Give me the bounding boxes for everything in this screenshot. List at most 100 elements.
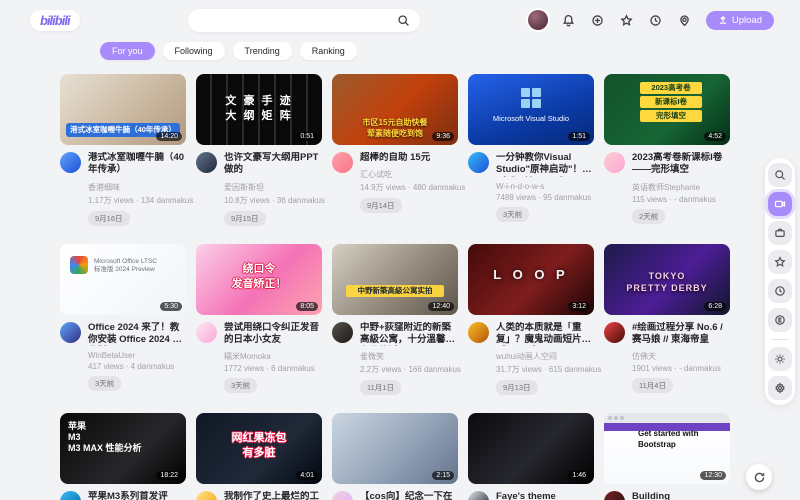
video-thumbnail[interactable]: 2:15 bbox=[332, 413, 458, 484]
channel-name[interactable]: 雀微笑 bbox=[360, 351, 458, 362]
channel-avatar[interactable] bbox=[468, 322, 489, 343]
channel-avatar[interactable] bbox=[60, 152, 81, 173]
video-meta: 中野+荻窪附近的新築高級公寓，十分溫馨且九分乾淨 雀微笑 2.2万 views … bbox=[332, 322, 458, 396]
star-icon[interactable] bbox=[768, 250, 792, 274]
video-stats: 1.17万 views · 134 danmakus bbox=[88, 195, 186, 206]
bilibili-logo[interactable]: bilibili bbox=[30, 10, 80, 31]
video-thumbnail[interactable]: Microsoft Office LTSC 标准版 2024 Preview 5… bbox=[60, 244, 186, 315]
settings-gear-icon[interactable] bbox=[768, 376, 792, 400]
channel-avatar[interactable] bbox=[332, 152, 353, 173]
upload-date-badge: 11月1日 bbox=[360, 380, 401, 395]
channel-avatar[interactable] bbox=[60, 322, 81, 343]
video-thumbnail[interactable]: 绕口令 发音矫正！ 8:05 bbox=[196, 244, 322, 315]
channel-avatar[interactable] bbox=[604, 491, 625, 500]
video-title[interactable]: Building Components bbox=[632, 491, 730, 500]
video-thumbnail[interactable]: 1:46 bbox=[468, 413, 594, 484]
video-title[interactable]: 尝试用绕口令纠正发音的日本小女友 bbox=[224, 322, 322, 347]
video-thumbnail[interactable]: 港式冰室咖喱牛腩（40年传承） 14:20 bbox=[60, 74, 186, 145]
video-title[interactable]: 苹果M3系列首发评测：Max早该如此 bbox=[88, 491, 186, 500]
video-thumbnail[interactable]: 苹果 M3 M3 MAX 性能分析 18:22 bbox=[60, 413, 186, 484]
channel-avatar[interactable] bbox=[332, 322, 353, 343]
channel-name[interactable]: 汇心试吃 bbox=[360, 169, 458, 180]
camera-icon[interactable] bbox=[768, 192, 792, 216]
channel-name[interactable]: 香港细味 bbox=[88, 182, 186, 193]
creator-e-icon[interactable] bbox=[768, 308, 792, 332]
video-stats: 10.8万 views · 36 danmakus bbox=[224, 195, 322, 206]
briefcase-icon[interactable] bbox=[768, 221, 792, 245]
channel-name[interactable]: 英语教师Stephanie bbox=[632, 182, 730, 193]
search-bar[interactable] bbox=[188, 9, 420, 32]
channel-name[interactable]: W-i-n-d-o-w-s bbox=[496, 182, 594, 191]
tab-trending[interactable]: Trending bbox=[233, 42, 292, 60]
channel-avatar[interactable] bbox=[332, 491, 353, 500]
video-title[interactable]: 中野+荻窪附近的新築高級公寓，十分溫馨且九分乾淨 bbox=[360, 322, 458, 347]
channel-name[interactable]: 仿佛天 bbox=[632, 351, 730, 362]
bell-icon[interactable] bbox=[561, 12, 577, 28]
video-card: Microsoft Visual Studio 1:51 一分钟教你Visual… bbox=[468, 74, 594, 226]
video-thumbnail[interactable]: 市区15元自助快餐 荤素随便吃到饱 9:36 bbox=[332, 74, 458, 145]
user-avatar[interactable] bbox=[528, 10, 548, 30]
video-thumbnail[interactable]: Microsoft Visual Studio 1:51 bbox=[468, 74, 594, 145]
video-stats: 31.7万 views · 615 danmakus bbox=[496, 364, 594, 375]
video-thumbnail[interactable]: TOKYO PRETTY DERBY 6:28 bbox=[604, 244, 730, 315]
video-title[interactable]: Faye's theme bbox=[496, 491, 594, 500]
channel-avatar[interactable] bbox=[196, 322, 217, 343]
star-icon[interactable] bbox=[619, 12, 635, 28]
pin-icon[interactable] bbox=[677, 12, 693, 28]
channel-avatar[interactable] bbox=[196, 152, 217, 173]
clock-icon[interactable] bbox=[768, 279, 792, 303]
video-thumbnail[interactable]: 文 豪 手 迹 大 纲 矩 阵 0:51 bbox=[196, 74, 322, 145]
video-title[interactable]: 港式冰室咖喱牛腩（40年传承） bbox=[88, 152, 186, 177]
video-meta: Building Components BQ~_~Q 1 views · - d… bbox=[604, 491, 730, 500]
thumbnail-overlay-text: 中野新築高級公寓实拍 bbox=[346, 285, 444, 297]
thumbnail-overlay-text: 2023高考卷新课标I卷完形填空 bbox=[640, 80, 702, 124]
video-title[interactable]: 我制作了史上最烂的工程类视频。（FL21） bbox=[224, 491, 322, 500]
channel-avatar[interactable] bbox=[60, 491, 81, 500]
video-stats: 7488 views · 95 danmakus bbox=[496, 193, 594, 202]
refresh-button[interactable] bbox=[746, 464, 772, 490]
controller-icon[interactable] bbox=[590, 12, 606, 28]
video-card: 港式冰室咖喱牛腩（40年传承） 14:20 港式冰室咖喱牛腩（40年传承） 香港… bbox=[60, 74, 186, 226]
upload-button[interactable]: Upload bbox=[706, 11, 774, 30]
channel-name[interactable]: 爱因斯斯坦 bbox=[224, 182, 322, 193]
video-title[interactable]: 也许文豪写大纲用PPT做的 bbox=[224, 152, 322, 177]
duration-badge: 4:52 bbox=[704, 132, 726, 141]
tab-for-you[interactable]: For you bbox=[100, 42, 155, 60]
video-title[interactable]: 超棒的自助 15元 bbox=[360, 152, 458, 164]
channel-name[interactable]: WinBetaUser bbox=[88, 351, 186, 360]
thumbnail-overlay-text: 网红果冻包 有多脏 bbox=[196, 431, 322, 461]
video-title[interactable]: Office 2024 来了！教你安装 Office 2024 预览版! bbox=[88, 322, 186, 347]
search-icon[interactable] bbox=[396, 12, 412, 28]
brightness-icon[interactable] bbox=[768, 347, 792, 371]
tab-ranking[interactable]: Ranking bbox=[300, 42, 357, 60]
history-clock-icon[interactable] bbox=[648, 12, 664, 28]
toolbar-divider bbox=[771, 339, 789, 340]
channel-avatar[interactable] bbox=[196, 491, 217, 500]
channel-avatar[interactable] bbox=[468, 152, 489, 173]
channel-avatar[interactable] bbox=[468, 491, 489, 500]
video-thumbnail[interactable]: 中野新築高級公寓实拍 12:40 bbox=[332, 244, 458, 315]
channel-name[interactable]: wuhui动画人空间 bbox=[496, 351, 594, 362]
search-icon[interactable] bbox=[768, 163, 792, 187]
video-title[interactable]: 2023高考卷新课标I卷——完形填空 bbox=[632, 152, 730, 177]
video-stats: 2.2万 views · 166 danmakus bbox=[360, 364, 458, 375]
channel-avatar[interactable] bbox=[604, 152, 625, 173]
video-title[interactable]: 人类的本质就是「重复」？魔鬼动画短片《LOOP》 bbox=[496, 322, 594, 347]
search-input[interactable] bbox=[196, 15, 396, 26]
tab-following[interactable]: Following bbox=[163, 42, 225, 60]
channel-name[interactable]: 糯米Momoka bbox=[224, 351, 322, 362]
video-title[interactable]: 【cos向】纪念一下在不列颠出镜的三次元 bbox=[360, 491, 458, 500]
video-meta: 也许文豪写大纲用PPT做的 爱因斯斯坦 10.8万 views · 36 dan… bbox=[196, 152, 322, 226]
video-thumbnail[interactable]: 2023高考卷新课标I卷完形填空 4:52 bbox=[604, 74, 730, 145]
video-grid: 港式冰室咖喱牛腩（40年传承） 14:20 港式冰室咖喱牛腩（40年传承） 香港… bbox=[60, 74, 730, 500]
video-card: 1:46 Faye's theme Venser凡瑟 777 views · -… bbox=[468, 413, 594, 500]
duration-badge: 1:46 bbox=[568, 471, 590, 480]
video-title[interactable]: 一分钟教你Visual Studio"原神启动"！（适用於Blend） bbox=[496, 152, 594, 177]
video-thumbnail[interactable]: L O O P 3:12 bbox=[468, 244, 594, 315]
video-card: 2023高考卷新课标I卷完形填空 4:52 2023高考卷新课标I卷——完形填空… bbox=[604, 74, 730, 226]
video-thumbnail[interactable]: Get started with Bootstrap 12:30 bbox=[604, 413, 730, 484]
channel-avatar[interactable] bbox=[604, 322, 625, 343]
video-title[interactable]: #绘画过程分享 No.6 / 赛马娘 // 東海帝皇 bbox=[632, 322, 730, 347]
video-thumbnail[interactable]: 网红果冻包 有多脏 4:01 bbox=[196, 413, 322, 484]
duration-badge: 18:22 bbox=[156, 471, 182, 480]
